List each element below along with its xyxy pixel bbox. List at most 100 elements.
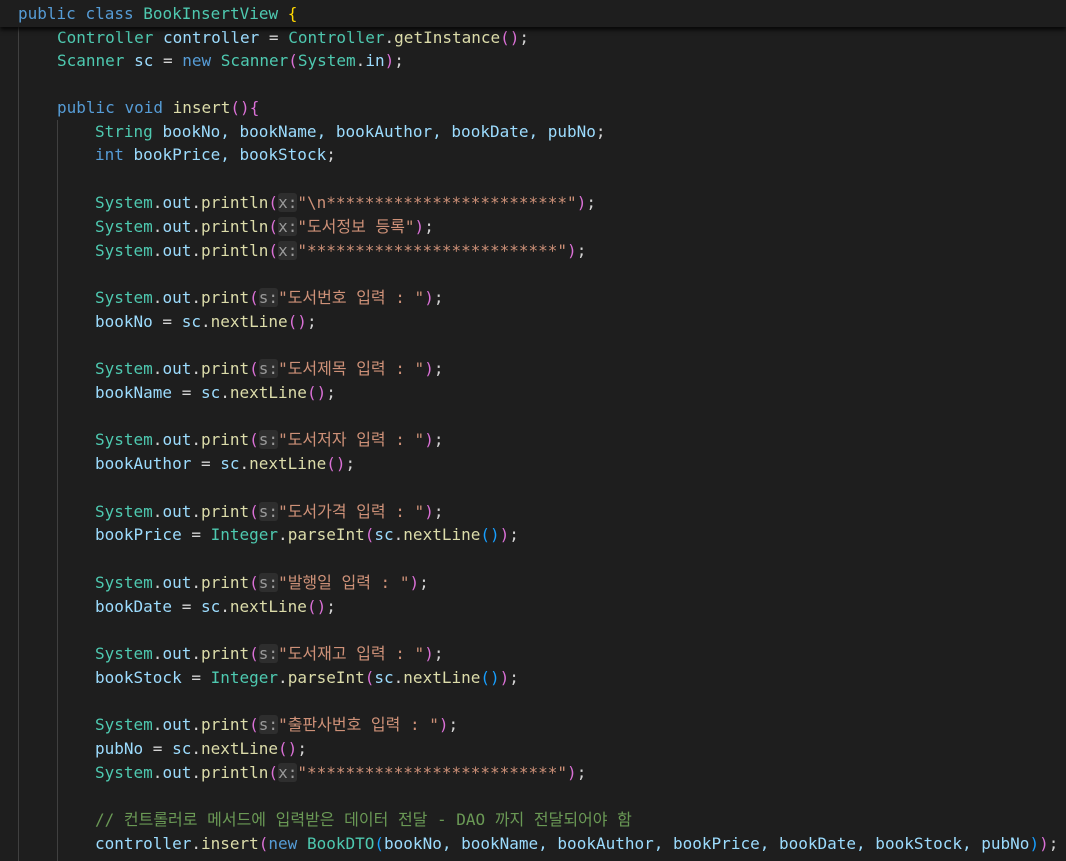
operator: = <box>259 28 289 47</box>
keyword: public <box>57 98 115 117</box>
class-name: System <box>95 644 153 663</box>
assignment-statement: bookAuthor = sc.nextLine(); <box>95 452 355 476</box>
punctuation: . <box>191 241 201 260</box>
parameter-hint: s: <box>258 573 279 592</box>
paren: ( <box>268 193 279 212</box>
punctuation: . <box>152 715 163 734</box>
semicolon: ; <box>394 51 404 70</box>
operator: = <box>181 525 211 544</box>
paren: ) <box>409 573 420 592</box>
semicolon: ; <box>306 312 317 331</box>
punctuation: . <box>152 217 163 236</box>
semicolon: ; <box>433 359 444 378</box>
argument-list: bookNo, bookName, bookAuthor, bookPrice,… <box>384 834 1030 853</box>
function-name: nextLine <box>229 597 307 616</box>
paren: ) <box>438 715 449 734</box>
paren: ( <box>249 430 259 449</box>
code-line: controller.insert(new BookDTO(bookNo, bo… <box>95 832 1058 856</box>
variable: bookPrice <box>95 525 182 544</box>
brace: { <box>249 98 260 117</box>
paren: () <box>278 739 298 758</box>
paren: ) <box>576 193 587 212</box>
keyword: new <box>182 51 212 70</box>
parameter-hint: x: <box>278 217 298 236</box>
print-statement: System.out.print(s:"도서번호 입력 : "); <box>95 286 443 310</box>
semicolon: ; <box>519 28 530 47</box>
variable-list: bookNo, bookName, bookAuthor, bookDate, … <box>162 122 596 141</box>
keyword: class <box>85 4 134 23</box>
variable: sc <box>200 597 221 616</box>
paren: ) <box>1029 834 1040 853</box>
field-name: out <box>162 430 192 449</box>
code-editor[interactable]: public class BookInsertView { Controller… <box>0 0 1066 861</box>
print-statement: System.out.print(s:"도서저자 입력 : "); <box>95 428 443 452</box>
punctuation: . <box>152 359 163 378</box>
punctuation: . <box>200 312 211 331</box>
print-statement: System.out.print(s:"도서재고 입력 : "); <box>95 642 443 666</box>
paren: ) <box>567 763 577 782</box>
punctuation: . <box>220 597 230 616</box>
operator: = <box>191 454 221 473</box>
punctuation: . <box>191 430 201 449</box>
parameter-hint: s: <box>258 502 279 521</box>
paren: () <box>480 668 500 687</box>
function-name: print <box>200 288 250 307</box>
semicolon: ; <box>326 597 336 616</box>
field-name: out <box>162 715 192 734</box>
keyword: public <box>18 4 76 23</box>
print-statement: System.out.print(s:"발행일 입력 : "); <box>95 571 429 595</box>
paren: ) <box>424 288 434 307</box>
semicolon: ; <box>586 193 596 212</box>
string-literal: "**************************" <box>297 763 568 782</box>
paren: ( <box>364 668 375 687</box>
variable: sc <box>374 668 394 687</box>
field-name: out <box>162 217 192 236</box>
keyword: int <box>95 145 124 164</box>
keyword: new <box>268 834 298 853</box>
assignment-statement: bookStock = Integer.parseInt(sc.nextLine… <box>95 666 519 690</box>
operator: = <box>153 51 183 70</box>
field-name: out <box>162 644 192 663</box>
code-line: String bookNo, bookName, bookAuthor, boo… <box>95 120 606 144</box>
punctuation: . <box>191 834 201 853</box>
semicolon: ; <box>433 502 444 521</box>
field-name: out <box>162 241 192 260</box>
code-comment: // 컨트롤러로 메서드에 입력받은 데이터 전달 - DAO 까지 전달되어야… <box>95 810 632 829</box>
variable: controller <box>95 834 192 853</box>
punctuation: . <box>191 715 201 734</box>
function-name: nextLine <box>403 525 481 544</box>
sticky-scroll-header[interactable]: public class BookInsertView { <box>0 0 1066 27</box>
punctuation: . <box>393 525 404 544</box>
indent-guide <box>18 27 19 861</box>
semicolon: ; <box>1048 834 1059 853</box>
print-statement: System.out.println(x:"도서정보 등록"); <box>95 215 434 239</box>
keyword: void <box>124 98 163 117</box>
class-declaration: public class BookInsertView { <box>18 2 297 26</box>
class-name: System <box>95 573 153 592</box>
semicolon: ; <box>424 217 434 236</box>
variable: bookStock <box>95 668 182 687</box>
paren: ( <box>249 288 259 307</box>
function-name: print <box>200 359 250 378</box>
type-name: Scanner <box>57 51 125 70</box>
string-literal: "도서가격 입력 : " <box>278 502 425 521</box>
paren: ) <box>424 502 434 521</box>
semicolon: ; <box>419 573 429 592</box>
string-literal: "\n*************************" <box>297 193 577 212</box>
paren: ) <box>424 430 434 449</box>
punctuation: . <box>191 573 201 592</box>
class-name: System <box>95 193 153 212</box>
class-name: System <box>95 430 153 449</box>
variable: bookName <box>95 383 173 402</box>
print-statement: System.out.print(s:"출판사번호 입력 : "); <box>95 713 458 737</box>
string-literal: "도서제목 입력 : " <box>278 359 425 378</box>
punctuation: . <box>152 763 163 782</box>
parameter-hint: x: <box>278 763 298 782</box>
variable: sc <box>172 739 192 758</box>
punctuation: . <box>152 193 163 212</box>
parameter-hint: s: <box>258 430 279 449</box>
variable: in <box>365 51 385 70</box>
function-name: insert <box>172 98 231 117</box>
semicolon: ; <box>326 145 336 164</box>
field-name: out <box>162 359 192 378</box>
